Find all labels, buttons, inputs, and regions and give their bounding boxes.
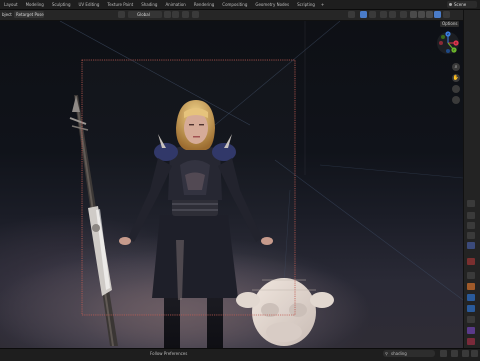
physics-icon[interactable] (467, 316, 475, 323)
search-text: shading (391, 351, 407, 356)
shading-menu-icon[interactable] (443, 11, 450, 18)
particles-icon[interactable] (467, 305, 475, 312)
zoom-icon[interactable]: ⌕ (452, 63, 460, 71)
camera-view-icon[interactable] (452, 85, 460, 93)
solid-shading-icon[interactable] (418, 11, 425, 18)
tab-layout[interactable]: Layout (0, 2, 22, 7)
material-shading-icon[interactable] (426, 11, 433, 18)
gizmo-z-label: Z (447, 32, 449, 36)
settings-icon[interactable] (471, 350, 478, 357)
tab-animation[interactable]: Animation (161, 2, 189, 7)
visibility-icon[interactable] (348, 11, 355, 18)
gizmo-icon[interactable] (360, 11, 367, 18)
tab-texture-paint[interactable]: Texture Paint (103, 2, 137, 7)
gizmo-menu-icon[interactable] (369, 11, 376, 18)
snap-icon[interactable] (164, 11, 171, 18)
filter-icon[interactable] (440, 350, 447, 357)
scene-name: Scene (454, 2, 467, 7)
new-window-icon[interactable] (462, 350, 469, 357)
camera-guide-line (319, 164, 463, 179)
render-properties-icon[interactable] (467, 212, 475, 219)
tab-compositing[interactable]: Compositing (218, 2, 251, 7)
scene-icon (449, 3, 452, 6)
object-menu[interactable]: bject (0, 11, 14, 18)
world-properties-icon[interactable] (467, 258, 475, 265)
workspace-tabs: Layout Modeling Sculpting UV Editing Tex… (0, 0, 326, 9)
object-properties-icon[interactable] (467, 283, 475, 290)
rendered-shading-icon[interactable] (434, 11, 441, 18)
axis-gizmo: X Z Y (437, 31, 459, 54)
grid-icon[interactable] (452, 96, 460, 104)
3d-viewport[interactable]: Options X Z Y ⌕ ✋ (0, 21, 463, 348)
tab-modeling[interactable]: Modeling (22, 2, 48, 7)
snap-target-icon[interactable] (172, 11, 179, 18)
transform-pivot-icon[interactable] (118, 11, 125, 18)
viewport-scene (0, 21, 463, 348)
options-label: Options (442, 21, 458, 26)
tab-shading[interactable]: Shading (137, 2, 161, 7)
gizmo-y-label: Y (453, 48, 455, 52)
overlay-icon[interactable] (380, 11, 387, 18)
search-icon: ⚲ (385, 351, 388, 356)
tool-properties-icon[interactable] (467, 200, 475, 207)
status-text: Follow Preferences (150, 351, 188, 356)
add-workspace-button[interactable]: + (319, 2, 326, 7)
overlay-menu-icon[interactable] (389, 11, 396, 18)
modifier-icon[interactable] (467, 294, 475, 301)
output-properties-icon[interactable] (467, 222, 475, 229)
navigation-gizmo[interactable]: X Z Y (436, 31, 460, 55)
tab-rendering[interactable]: Rendering (190, 2, 218, 7)
xray-icon[interactable] (400, 11, 407, 18)
proportional-edit-icon[interactable] (182, 11, 189, 18)
view-options-icon[interactable] (451, 350, 458, 357)
wireframe-shading-icon[interactable] (410, 11, 417, 18)
search-input[interactable]: ⚲ shading (383, 350, 435, 357)
gizmo-x-label: X (455, 41, 457, 45)
pose-mode-select[interactable]: Retarget Pose (14, 11, 44, 18)
tab-geometry-nodes[interactable]: Geometry Nodes (251, 2, 293, 7)
tab-sculpting[interactable]: Sculpting (48, 2, 75, 7)
constraints-icon[interactable] (467, 327, 475, 334)
options-button[interactable]: Options (440, 21, 460, 27)
camera-passepartout (82, 60, 295, 315)
collection-icon[interactable] (467, 272, 475, 279)
tab-uv-editing[interactable]: UV Editing (75, 2, 104, 7)
falloff-icon[interactable] (192, 11, 199, 18)
transform-orientation-select[interactable]: Global (128, 11, 162, 18)
material-icon[interactable] (467, 338, 475, 345)
pan-icon[interactable]: ✋ (452, 74, 460, 82)
orientation-label: Global (137, 12, 150, 17)
view-layer-icon[interactable] (467, 232, 475, 239)
tab-scripting[interactable]: Scripting (293, 2, 319, 7)
scene-selector[interactable]: Scene (447, 1, 477, 8)
scene-properties-icon[interactable] (467, 242, 475, 249)
